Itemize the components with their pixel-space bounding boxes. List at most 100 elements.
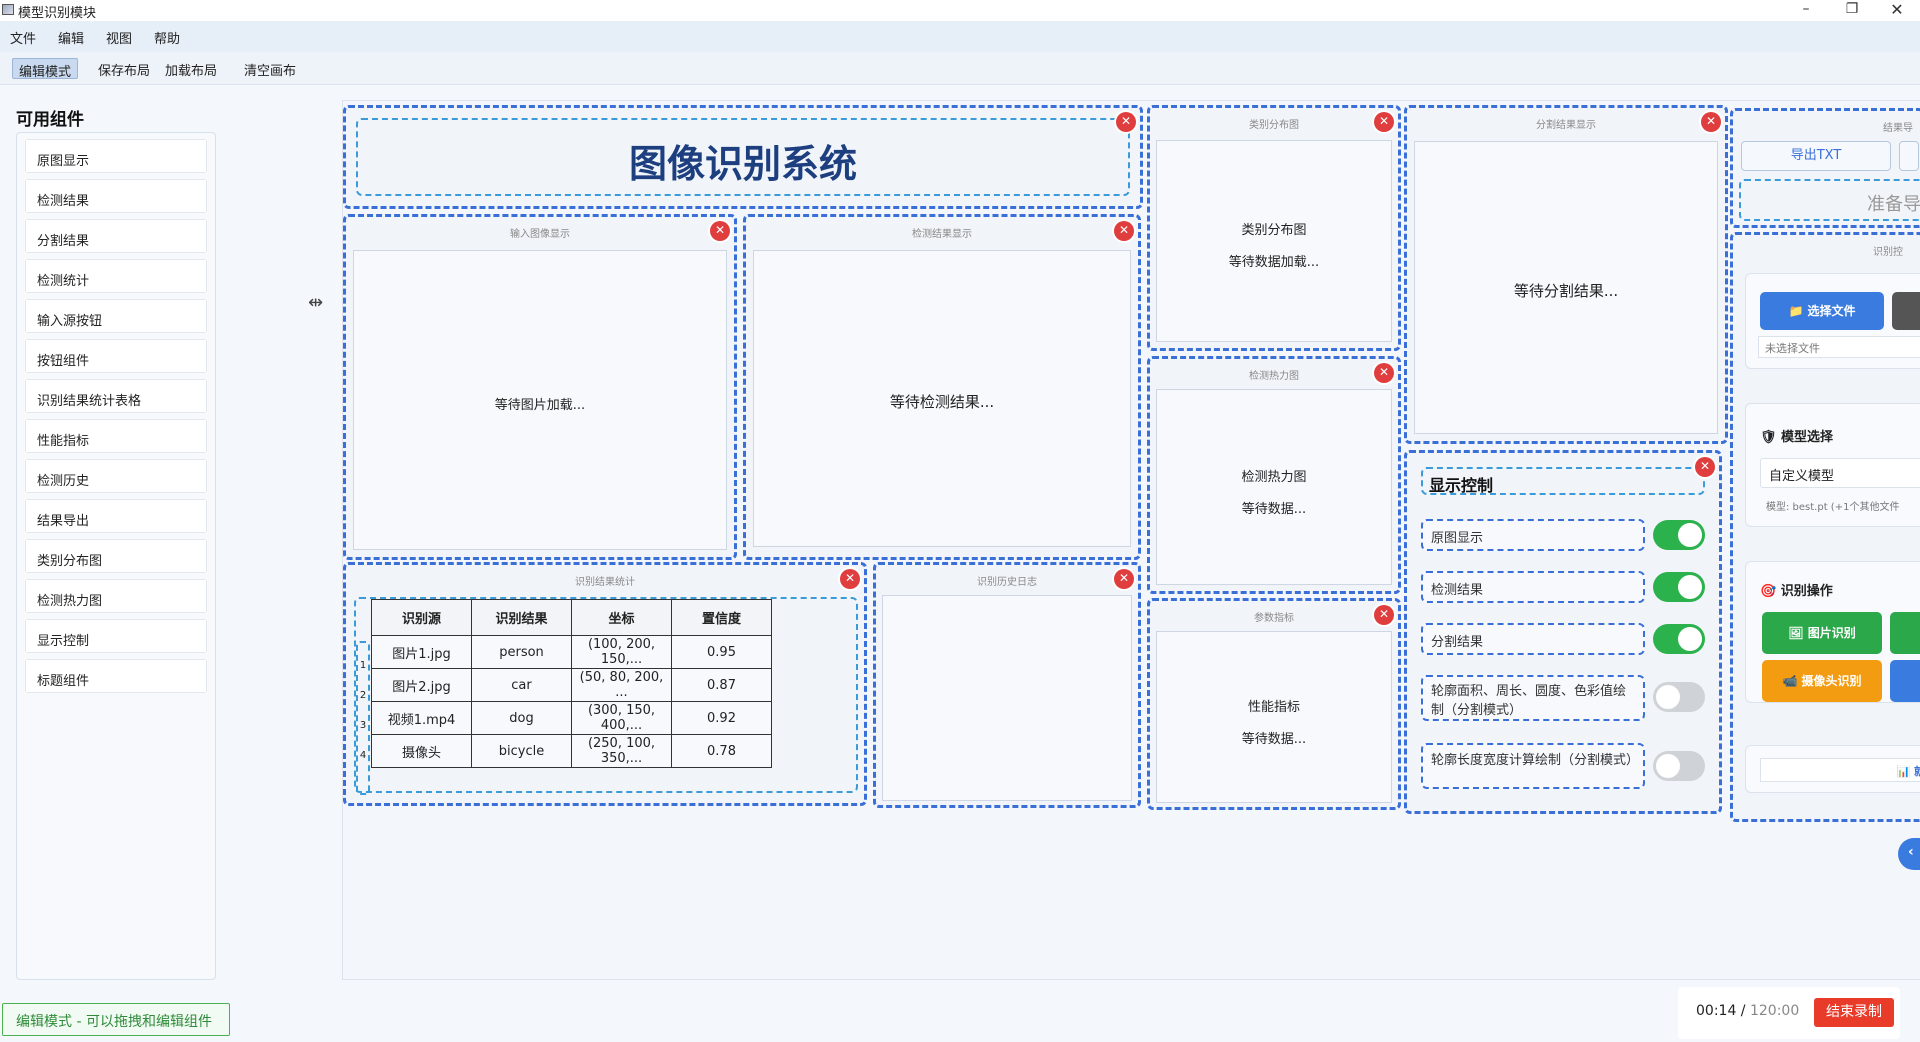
- component-item[interactable]: 识别结果统计表格: [25, 379, 207, 413]
- table-row[interactable]: 图片1.jpg person (100, 200, 150,... 0.95: [371, 635, 772, 669]
- close-icon[interactable]: ✕: [1114, 221, 1134, 241]
- close-icon[interactable]: ✕: [1114, 569, 1134, 589]
- component-item[interactable]: 显示控制: [25, 619, 207, 653]
- input-image-panel[interactable]: 输入图像显示 等待图片加载... ✕: [343, 214, 737, 560]
- clear-canvas-button[interactable]: 清空画布: [238, 58, 302, 79]
- segmentation-panel[interactable]: 分割结果显示 等待分割结果... ✕: [1404, 105, 1728, 444]
- save-layout-button[interactable]: 保存布局: [92, 58, 156, 79]
- stop-recording-button[interactable]: 结束录制: [1814, 998, 1894, 1027]
- toggle-detection-result[interactable]: [1653, 572, 1705, 602]
- recognition-ops-heading: 🎯 识别操作: [1760, 584, 1833, 599]
- video-recognize-button[interactable]: [1890, 612, 1920, 654]
- display-control-title: 显示控制: [1421, 467, 1705, 495]
- component-item[interactable]: 结果导出: [25, 499, 207, 533]
- metrics-placeholder-title: 性能指标: [1247, 700, 1300, 715]
- table-row[interactable]: 摄像头 bicycle (250, 100, 350,... 0.78: [371, 734, 772, 768]
- chart-area: 检测热力图 等待数据...: [1156, 389, 1392, 585]
- column-header[interactable]: 识别源: [371, 599, 472, 636]
- export-other-button[interactable]: [1899, 141, 1919, 171]
- column-header[interactable]: 置信度: [671, 599, 772, 636]
- image-recognize-button[interactable]: 🖼 图片识别: [1762, 612, 1882, 654]
- stop-recognize-button[interactable]: [1890, 660, 1920, 702]
- close-icon[interactable]: ✕: [1695, 457, 1715, 477]
- history-log-panel[interactable]: 识别历史日志 ✕: [873, 562, 1141, 808]
- selected-file-field[interactable]: 未选择文件: [1758, 336, 1920, 358]
- column-header[interactable]: 坐标: [571, 599, 672, 636]
- menu-edit[interactable]: 编辑: [58, 28, 84, 47]
- camera-recognize-button[interactable]: 📹 摄像头识别: [1762, 660, 1882, 702]
- table-cell: (50, 80, 200, ...: [571, 668, 672, 702]
- component-item[interactable]: 标题组件: [25, 659, 207, 693]
- export-txt-button[interactable]: 导出TXT: [1741, 141, 1891, 171]
- panel-title: 检测结果显示: [912, 229, 972, 240]
- metrics-panel[interactable]: 参数指标 性能指标 等待数据... ✕: [1147, 598, 1401, 810]
- toggle-segmentation-result[interactable]: [1653, 624, 1705, 654]
- component-item[interactable]: 检测结果: [25, 179, 207, 213]
- model-select-card: 🛡 模型选择 自定义模型 模型: best.pt (+1个其他文件: [1745, 403, 1920, 527]
- file-extra-button[interactable]: [1892, 292, 1920, 330]
- recognition-control-panel[interactable]: 识别控 📁 选择文件 未选择文件 🛡 模型选择 自定义模型 模型: best.p…: [1730, 232, 1920, 822]
- table-cell: 0.87: [671, 668, 772, 702]
- close-icon[interactable]: ✕: [840, 569, 860, 589]
- component-item[interactable]: 检测热力图: [25, 579, 207, 613]
- stats-button[interactable]: 📊 就: [1760, 758, 1920, 782]
- table-row[interactable]: 图片2.jpg car (50, 80, 200, ... 0.87: [371, 668, 772, 702]
- load-layout-button[interactable]: 加载布局: [159, 58, 223, 79]
- component-item[interactable]: 输入源按钮: [25, 299, 207, 333]
- image-area: 等待图片加载...: [353, 250, 727, 550]
- close-icon[interactable]: ✕: [1374, 112, 1394, 132]
- toolbar: 编辑模式 保存布局 加载布局 清空画布: [0, 52, 1920, 85]
- table-row[interactable]: 视频1.mp4 dog (300, 150, 400,... 0.92: [371, 701, 772, 735]
- close-icon[interactable]: ✕: [1374, 605, 1394, 625]
- component-item[interactable]: 按钮组件: [25, 339, 207, 373]
- edit-mode-button[interactable]: 编辑模式: [12, 58, 79, 80]
- table-cell: 图片2.jpg: [371, 668, 472, 702]
- menu-file[interactable]: 文件: [10, 28, 36, 47]
- image-area: 等待分割结果...: [1414, 141, 1718, 434]
- table-cell: 0.92: [671, 701, 772, 735]
- column-header[interactable]: 识别结果: [471, 599, 572, 636]
- toggle-contour-size[interactable]: [1653, 751, 1705, 781]
- restore-button[interactable]: ❐: [1832, 0, 1872, 21]
- title-panel[interactable]: 图像识别系统 ✕: [343, 105, 1143, 209]
- close-icon[interactable]: ✕: [1116, 112, 1136, 132]
- minimize-button[interactable]: –: [1786, 0, 1826, 21]
- table-cell: (300, 150, 400,...: [571, 701, 672, 735]
- category-distribution-panel[interactable]: 类别分布图 类别分布图 等待数据加载... ✕: [1147, 105, 1401, 351]
- placeholder-text: 等待检测结果...: [889, 393, 995, 411]
- panel-title: 识别控: [1873, 247, 1903, 258]
- menu-view[interactable]: 视图: [106, 28, 132, 47]
- statistics-table-panel[interactable]: 识别结果统计 ✕ 1 2 3 4 识别源 识别结果 坐标 置信度 图片1.jpg…: [343, 562, 867, 806]
- component-item[interactable]: 性能指标: [25, 419, 207, 453]
- title-bar: 模型识别模块 – ❐ ✕: [0, 0, 1920, 21]
- chart-placeholder-title: 类别分布图: [1241, 223, 1307, 238]
- recording-total: 120:00: [1749, 1003, 1800, 1019]
- resize-cursor-icon[interactable]: ⇹: [308, 292, 323, 313]
- component-item[interactable]: 分割结果: [25, 219, 207, 253]
- model-dropdown[interactable]: 自定义模型: [1760, 458, 1920, 488]
- toggle-contour-metrics[interactable]: [1653, 682, 1705, 712]
- component-item[interactable]: 检测历史: [25, 459, 207, 493]
- menu-help[interactable]: 帮助: [154, 28, 180, 47]
- detection-result-panel[interactable]: 检测结果显示 等待检测结果... ✕: [743, 214, 1141, 560]
- table-cell: 视频1.mp4: [371, 701, 472, 735]
- window-title: 模型识别模块: [18, 6, 97, 21]
- close-icon[interactable]: ✕: [1701, 112, 1721, 132]
- component-item[interactable]: 检测统计: [25, 259, 207, 293]
- close-window-button[interactable]: ✕: [1877, 0, 1917, 21]
- export-panel[interactable]: 结果导 导出TXT 准备导: [1730, 108, 1920, 228]
- toggle-original-display[interactable]: [1653, 520, 1705, 550]
- metrics-placeholder-status: 等待数据...: [1241, 732, 1307, 747]
- close-icon[interactable]: ✕: [710, 221, 730, 241]
- close-icon[interactable]: ✕: [1374, 363, 1394, 383]
- component-item[interactable]: 类别分布图: [25, 539, 207, 573]
- chart-placeholder-status: 等待数据...: [1241, 502, 1307, 517]
- table-cell: dog: [471, 701, 572, 735]
- choose-file-button[interactable]: 📁 选择文件: [1760, 292, 1884, 330]
- table-header-row: 识别源 识别结果 坐标 置信度: [371, 599, 772, 636]
- component-item[interactable]: 原图显示: [25, 139, 207, 173]
- heatmap-panel[interactable]: 检测热力图 检测热力图 等待数据... ✕: [1147, 356, 1401, 594]
- display-control-panel[interactable]: 显示控制 ✕ 原图显示 检测结果 分割结果 轮廓面积、周长、圆度、色彩值绘制（分…: [1404, 450, 1722, 814]
- chart-placeholder-status: 等待数据加载...: [1228, 255, 1320, 270]
- toggle-knob: [1678, 523, 1702, 547]
